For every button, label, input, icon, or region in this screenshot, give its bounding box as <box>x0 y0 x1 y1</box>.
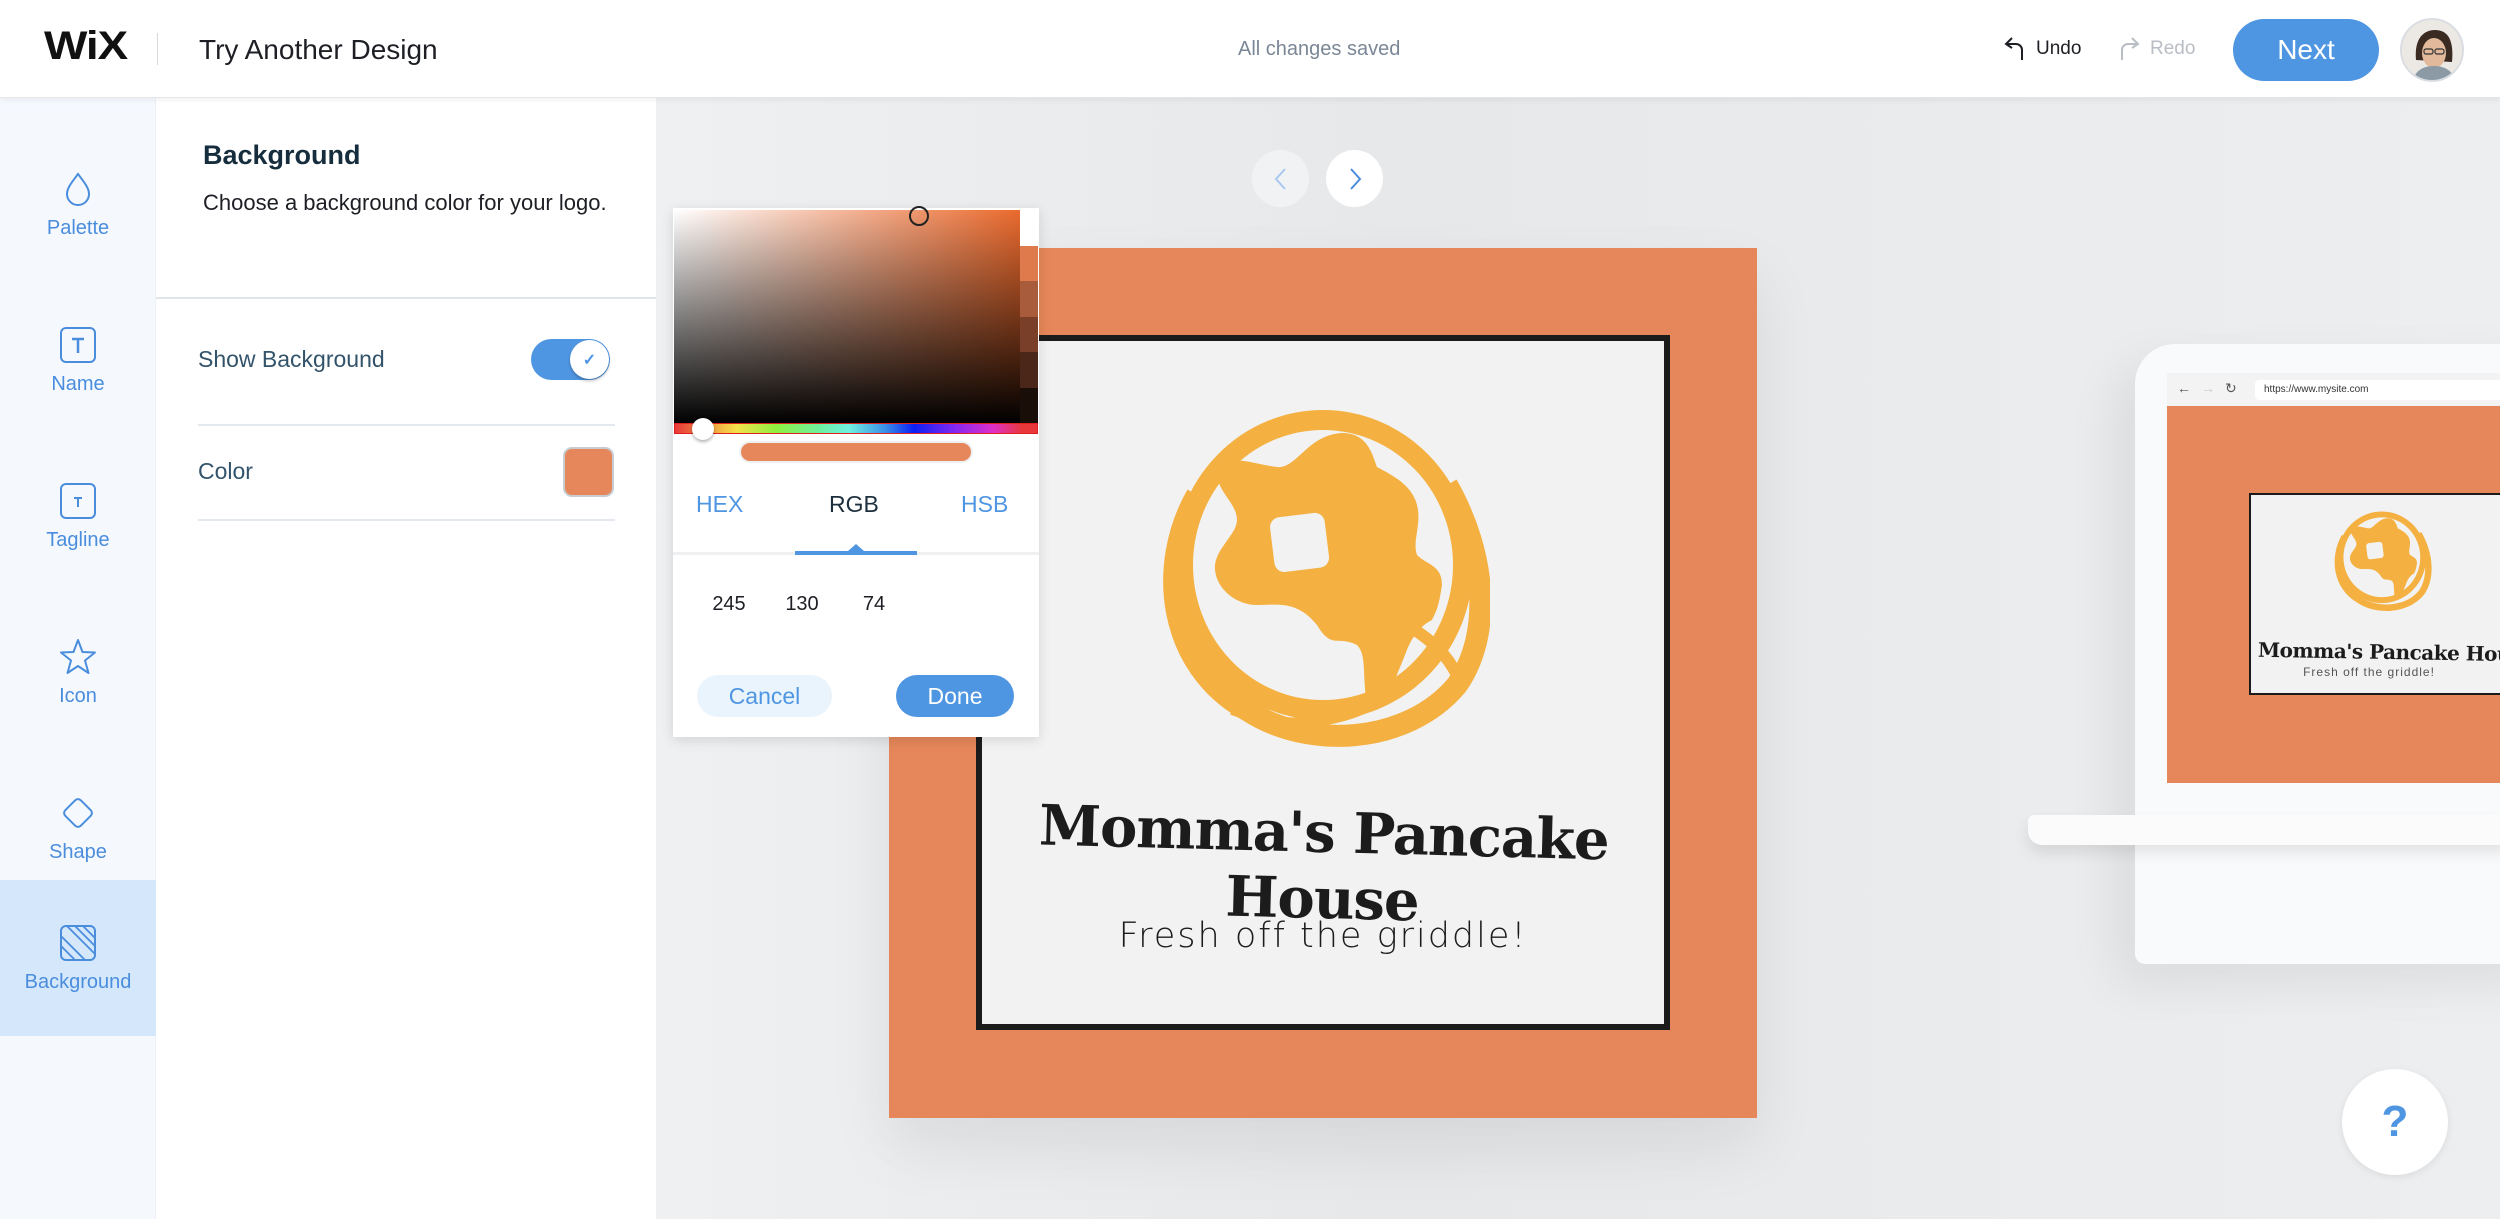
saturation-brightness-area[interactable] <box>674 206 1020 423</box>
sidebar-item-label: Tagline <box>46 528 110 551</box>
color-picker-popup: HEX RGB HSB 245 130 74 Cancel Done <box>673 206 1039 737</box>
active-tab-caret <box>848 544 864 551</box>
tab-hsb[interactable]: HSB <box>961 491 1008 518</box>
row-divider <box>198 424 615 426</box>
cancel-button[interactable]: Cancel <box>697 675 832 717</box>
shade-swatches <box>1020 210 1038 423</box>
tab-hex[interactable]: HEX <box>696 491 743 518</box>
panel-description: Choose a background color for your logo. <box>203 190 607 215</box>
shade-swatch[interactable] <box>1020 210 1038 246</box>
panel-divider <box>156 297 656 299</box>
chevron-left-icon <box>1274 167 1286 190</box>
laptop-base <box>2028 815 2500 845</box>
shade-swatch[interactable] <box>1020 245 1038 281</box>
wix-logo[interactable]: WiX <box>44 24 128 69</box>
hue-slider[interactable] <box>674 423 1038 434</box>
previous-design-button[interactable] <box>1252 150 1309 207</box>
logo-tagline[interactable]: Fresh off the griddle! <box>976 916 1670 956</box>
diamond-icon <box>63 797 93 828</box>
chevron-right-icon <box>1349 167 1361 190</box>
text-box-icon <box>60 326 96 363</box>
hatched-square-icon <box>60 924 96 961</box>
save-status: All changes saved <box>1238 38 1401 60</box>
redo-icon <box>2121 37 2140 60</box>
blue-value-input[interactable]: 74 <box>839 593 909 616</box>
redo-button[interactable]: Redo <box>2118 32 2195 66</box>
done-button[interactable]: Done <box>896 675 1014 717</box>
green-value-input[interactable]: 130 <box>767 593 837 616</box>
color-selector-handle[interactable] <box>909 206 929 226</box>
pancake-icon <box>1163 410 1490 747</box>
sidebar-item-label: Icon <box>59 684 97 707</box>
undo-icon <box>2004 37 2023 60</box>
user-avatar[interactable] <box>2400 18 2464 82</box>
undo-label: Undo <box>2036 38 2082 59</box>
text-box-small-icon <box>60 482 96 519</box>
drop-icon <box>65 171 91 206</box>
reload-icon: ↻ <box>2225 380 2237 396</box>
sidebar-item-label: Shape <box>49 840 107 863</box>
row-divider <box>198 519 615 521</box>
sidebar-item-label: Name <box>51 372 105 395</box>
next-design-button[interactable] <box>1326 150 1383 207</box>
shade-swatch[interactable] <box>1020 352 1038 388</box>
sidebar-item-label: Background <box>24 970 132 993</box>
sidebar-item-palette[interactable]: Palette <box>0 126 156 282</box>
sidebar-item-tagline[interactable]: Tagline <box>0 438 156 594</box>
panel-title: Background <box>203 140 361 170</box>
back-arrow-icon: ← <box>2177 380 2191 396</box>
tab-rgb[interactable]: RGB <box>829 491 879 518</box>
page-title: Try Another Design <box>199 34 438 65</box>
next-button[interactable]: Next <box>2233 19 2379 81</box>
top-bar: WiX Try Another Design All changes saved… <box>0 0 2500 98</box>
forward-arrow-icon: → <box>2201 380 2215 396</box>
shade-swatch[interactable] <box>1020 281 1038 317</box>
preview-pancake-icon <box>2334 511 2432 611</box>
shade-swatch[interactable] <box>1020 316 1038 352</box>
sidebar-item-background[interactable]: Background <box>0 880 156 1036</box>
sidebar-item-icon[interactable]: Icon <box>0 594 156 750</box>
color-preview-bar <box>741 443 971 461</box>
red-value-input[interactable]: 245 <box>694 593 764 616</box>
sidebar-item-name[interactable]: Name <box>0 282 156 438</box>
star-icon <box>60 638 96 674</box>
background-panel: Background Choose a background color for… <box>156 98 656 1219</box>
help-button[interactable]: ? <box>2342 1069 2448 1175</box>
show-background-toggle[interactable]: ✓ <box>531 339 610 380</box>
color-label: Color <box>198 458 253 484</box>
undo-button[interactable]: Undo <box>2004 32 2081 66</box>
url-field: https://www.mysite.com <box>2255 380 2500 400</box>
preview-business-name: Momma's Pancake House <box>2257 637 2500 667</box>
shade-swatch[interactable] <box>1020 387 1038 423</box>
redo-label: Redo <box>2150 38 2196 59</box>
sidebar-item-label: Palette <box>46 216 110 239</box>
preview-tagline: Fresh off the griddle! <box>2303 665 2435 679</box>
hue-slider-handle[interactable] <box>692 418 714 440</box>
avatar-photo <box>2402 20 2462 80</box>
left-rail: Palette Name Tagline Icon Shape Backgrou… <box>0 98 156 1219</box>
show-background-label: Show Background <box>198 346 385 372</box>
color-swatch-button[interactable] <box>563 447 614 497</box>
check-icon: ✓ <box>570 340 609 379</box>
header-divider <box>157 33 158 65</box>
active-tab-indicator <box>795 551 917 555</box>
